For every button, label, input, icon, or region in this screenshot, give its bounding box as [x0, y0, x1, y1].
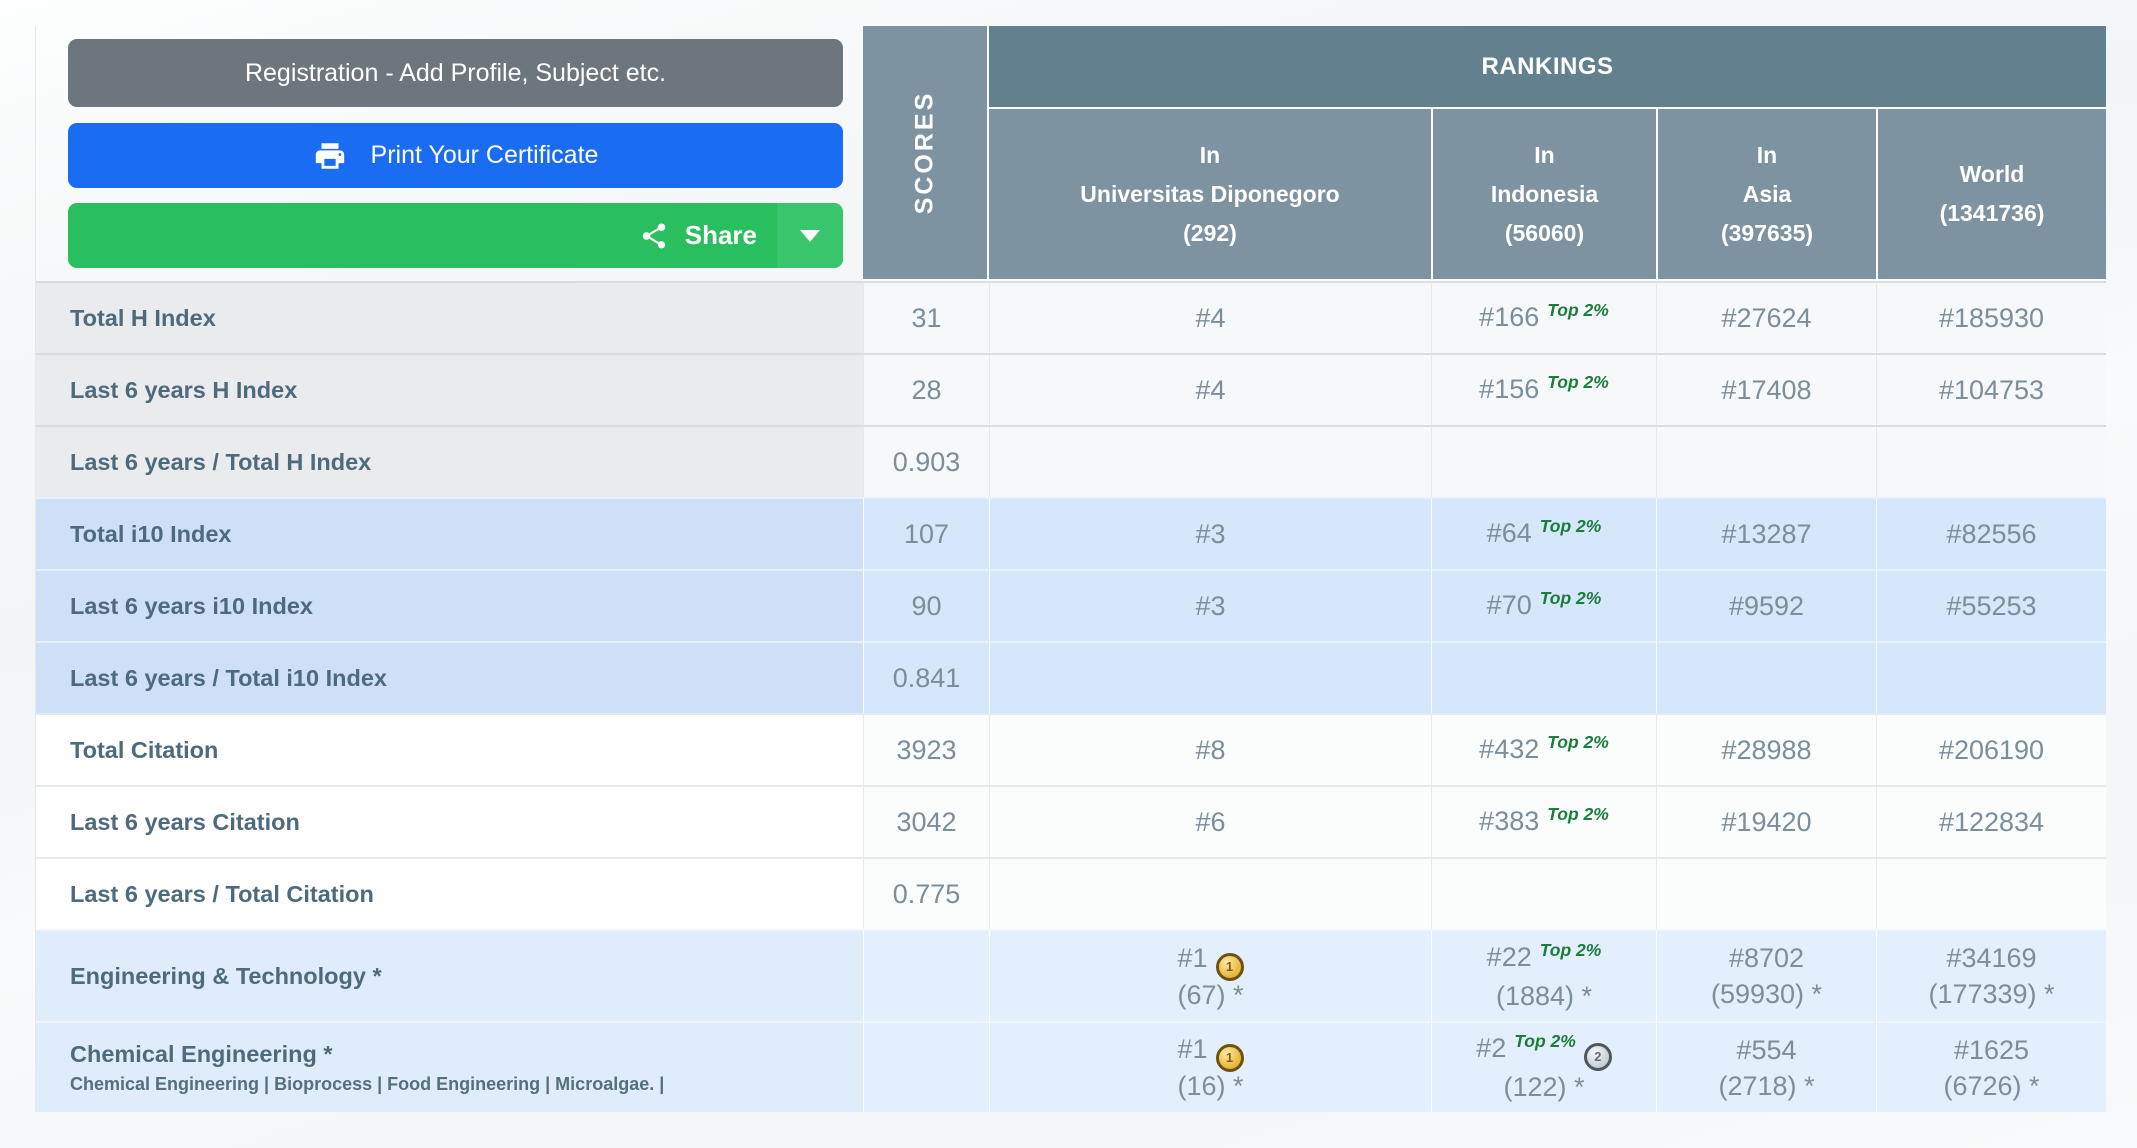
- rank-cell: #6: [989, 785, 1431, 857]
- row-label: Last 6 years Citation: [36, 785, 863, 857]
- rank-cell: #1 1 (16) *: [989, 1021, 1431, 1112]
- rank-cell: [1431, 425, 1656, 497]
- row-label: Last 6 years / Total H Index: [36, 425, 863, 497]
- row-label: Total Citation: [36, 713, 863, 785]
- rank-cell: #2 Top 2%2 (122) *: [1431, 1021, 1656, 1112]
- top2-badge: Top 2%: [1539, 515, 1602, 536]
- score-cell: 90: [863, 569, 989, 641]
- rank-cell: [989, 857, 1431, 929]
- rank-cell: [1656, 857, 1876, 929]
- top2-badge: Top 2%: [1539, 587, 1602, 608]
- rank-cell: #383 Top 2%: [1431, 785, 1656, 857]
- rank-cell: #70 Top 2%: [1431, 569, 1656, 641]
- row-label: Engineering & Technology *: [36, 929, 863, 1021]
- rank-cell: #166 Top 2%: [1431, 281, 1656, 353]
- rank-cell: [1431, 857, 1656, 929]
- silver-medal-icon: 2: [1583, 1043, 1612, 1071]
- rank-cell: #9592: [1656, 569, 1876, 641]
- rank-cell: #17408: [1656, 353, 1876, 425]
- rank-cell: #13287: [1656, 497, 1876, 569]
- rank-cell: #28988: [1656, 713, 1876, 785]
- scores-column-header: SCORES: [863, 26, 989, 281]
- column-header-4: World (1341736): [1876, 109, 2106, 281]
- score-cell: 107: [863, 497, 989, 569]
- column-header-2: In Indonesia (56060): [1431, 109, 1656, 281]
- row-label: Last 6 years i10 Index: [36, 569, 863, 641]
- rank-cell: #19420: [1656, 785, 1876, 857]
- top2-badge: Top 2%: [1547, 731, 1609, 752]
- rank-cell: #8702 (59930) *: [1656, 929, 1876, 1021]
- rank-cell: #1625 (6726) *: [1876, 1021, 2106, 1112]
- rank-cell: #185930: [1876, 281, 2106, 353]
- rank-cell: #432 Top 2%: [1431, 713, 1656, 785]
- rank-cell: #3: [989, 569, 1431, 641]
- rank-cell: #27624: [1656, 281, 1876, 353]
- rank-cell: #4: [989, 281, 1431, 353]
- score-cell: [863, 929, 989, 1021]
- score-cell: [863, 1021, 989, 1112]
- row-label: Total H Index: [36, 281, 863, 353]
- rank-cell: #64 Top 2%: [1431, 497, 1656, 569]
- column-header-3: In Asia (397635): [1656, 109, 1876, 281]
- rank-cell: #3: [989, 497, 1431, 569]
- score-cell: 3923: [863, 713, 989, 785]
- rank-cell: #4: [989, 353, 1431, 425]
- score-cell: 0.903: [863, 425, 989, 497]
- rank-cell: #8: [989, 713, 1431, 785]
- rank-cell: #122834: [1876, 785, 2106, 857]
- rankings-table: SCORES RANKINGS In Universitas Diponegoro…: [35, 26, 2106, 1112]
- rankings-header: RANKINGS: [989, 26, 2106, 109]
- rank-cell: #1 1 (67) *: [989, 929, 1431, 1021]
- score-cell: 0.775: [863, 857, 989, 929]
- top2-badge: Top 2%: [1547, 299, 1609, 320]
- rank-cell: #55253: [1876, 569, 2106, 641]
- score-cell: 3042: [863, 785, 989, 857]
- rank-cell: #82556: [1876, 497, 2106, 569]
- rank-cell: #104753: [1876, 353, 2106, 425]
- rank-cell: [1656, 425, 1876, 497]
- rank-cell: #34169 (177339) *: [1876, 929, 2106, 1021]
- row-label: Last 6 years H Index: [36, 353, 863, 425]
- row-label: Total i10 Index: [36, 497, 863, 569]
- top2-badge: Top 2%: [1514, 1031, 1576, 1051]
- rank-cell: [1656, 641, 1876, 713]
- rank-cell: [1431, 641, 1656, 713]
- row-label: Chemical Engineering * Chemical Engineeri…: [36, 1021, 863, 1112]
- row-label: Last 6 years / Total Citation: [36, 857, 863, 929]
- rank-cell: [1876, 857, 2106, 929]
- top2-badge: Top 2%: [1547, 803, 1609, 824]
- rank-cell: #554 (2718) *: [1656, 1021, 1876, 1112]
- page: Registration - Add Profile, Subject etc.…: [0, 0, 2137, 1148]
- scores-column-header-label: SCORES: [910, 90, 939, 215]
- score-cell: 28: [863, 353, 989, 425]
- rank-cell: [1876, 425, 2106, 497]
- row-label: Last 6 years / Total i10 Index: [36, 641, 863, 713]
- gold-medal-icon: 1: [1215, 952, 1244, 981]
- rank-cell: [989, 641, 1431, 713]
- rank-cell: [989, 425, 1431, 497]
- rank-cell: #22 Top 2% (1884) *: [1431, 929, 1656, 1021]
- rank-cell: #156 Top 2%: [1431, 353, 1656, 425]
- rank-cell: [1876, 641, 2106, 713]
- top2-badge: Top 2%: [1547, 371, 1609, 392]
- score-cell: 0.841: [863, 641, 989, 713]
- column-header-1: In Universitas Diponegoro (292): [989, 109, 1431, 281]
- rank-cell: #206190: [1876, 713, 2106, 785]
- score-cell: 31: [863, 281, 989, 353]
- gold-medal-icon: 1: [1215, 1044, 1244, 1072]
- top2-badge: Top 2%: [1539, 939, 1602, 960]
